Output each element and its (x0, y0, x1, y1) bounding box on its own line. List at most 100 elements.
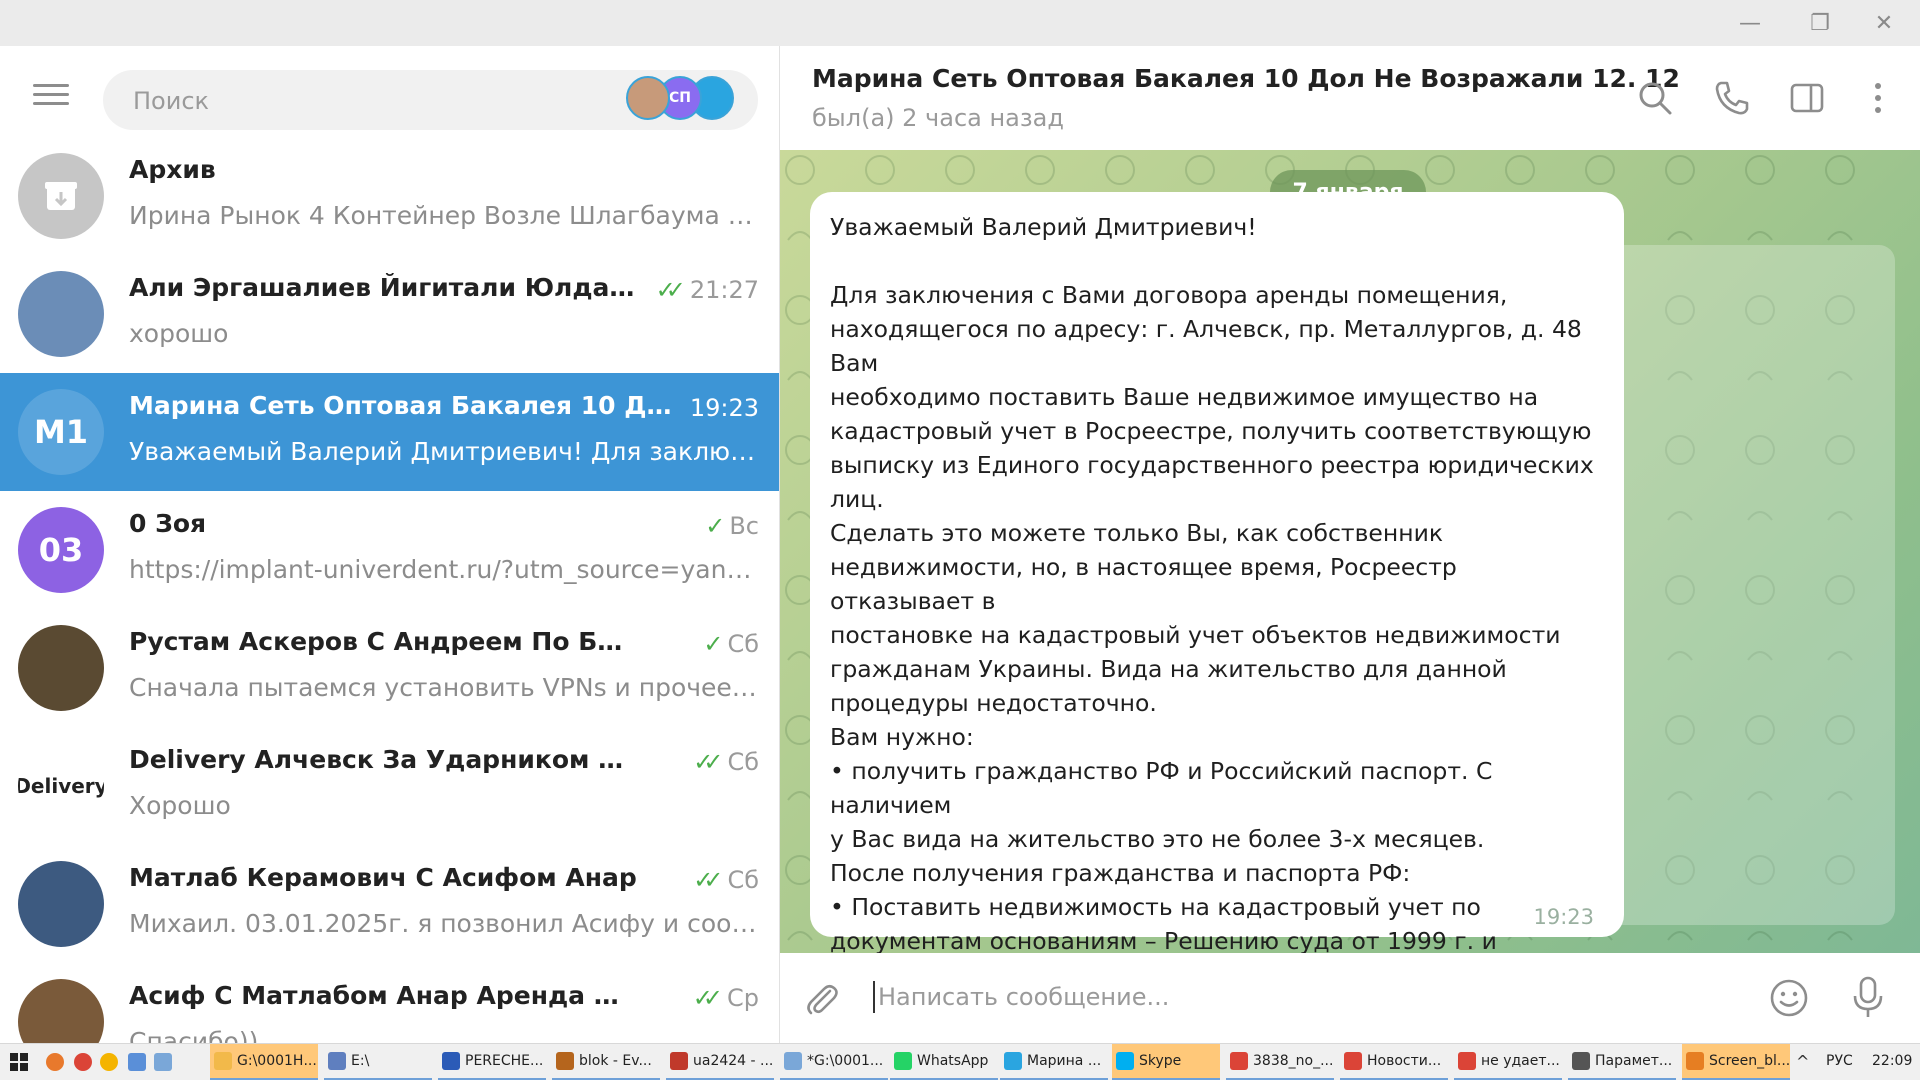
app-icon (1116, 1052, 1134, 1070)
taskbar-app-button[interactable]: blok - Ev... (552, 1044, 660, 1080)
chat-header: Марина Сеть Оптовая Бакалея 10 Дол Не Во… (780, 46, 1920, 150)
chat-list-item[interactable]: М1 Марина Сеть Оптовая Бакалея 10 Дол Не … (0, 373, 779, 491)
taskbar-app-label: WhatsApp (917, 1053, 989, 1069)
message-bubble[interactable]: Уважаемый Валерий Дмитриевич! Для заключ… (810, 192, 1624, 1023)
taskbar-app-label: G:\0001Н... (237, 1053, 317, 1069)
attach-icon[interactable] (802, 979, 842, 1019)
chat-last-message: Спасибо)) (129, 1027, 259, 1043)
minimize-button[interactable]: — (1720, 0, 1780, 46)
tray-chevron-icon[interactable]: ^ (1796, 1052, 1809, 1071)
taskbar-app-button[interactable]: Парамет... (1568, 1044, 1676, 1080)
app-icon (442, 1052, 460, 1070)
chat-time-group: ✓ Сб (703, 630, 759, 658)
chat-list-item[interactable]: Delivery Delivery Алчевск За Ударником Ле… (0, 727, 779, 845)
taskbar-app-button[interactable]: E:\ (324, 1044, 432, 1080)
archive-icon (45, 182, 77, 210)
taskbar-app-button[interactable]: WhatsApp (890, 1044, 998, 1080)
taskbar-app-label: ua2424 - ... (693, 1053, 774, 1069)
chat-list-item[interactable]: 03 0 Зоя https://implant-univerdent.ru/?ut… (0, 491, 779, 609)
emoji-icon[interactable] (1768, 977, 1810, 1019)
keyboard-language[interactable]: РУС (1826, 1053, 1853, 1069)
chat-time: Сб (727, 866, 759, 894)
chrome-alt-icon[interactable] (100, 1053, 118, 1071)
app-icon (784, 1052, 802, 1070)
message-time: 19:23 (1533, 905, 1594, 929)
chat-name: Архив (129, 155, 216, 184)
chat-time: 19:23 (689, 394, 759, 422)
taskbar-app-label: Марина ... (1027, 1053, 1102, 1069)
chat-time-group: 19:23 (690, 394, 759, 422)
chat-avatar (18, 625, 104, 711)
chat-time: Вс (729, 512, 759, 540)
chat-time: Сб (727, 748, 759, 776)
text-caret (873, 981, 875, 1013)
taskbar-app-label: *G:\0001... (807, 1053, 884, 1069)
search-placeholder: Поиск (133, 87, 210, 115)
app-icon (1004, 1052, 1022, 1070)
taskbar-app-button[interactable]: Новости... (1340, 1044, 1448, 1080)
chat-avatar: М1 (18, 389, 104, 475)
restore-button[interactable]: ❐ (1790, 0, 1850, 46)
chat-name: Али Эргашалиев Йигитали Юлдашали Аренда (129, 273, 639, 302)
taskbar-app-button[interactable]: *G:\0001... (780, 1044, 888, 1080)
chat-last-message: хорошо (129, 319, 229, 348)
app-icon (328, 1052, 346, 1070)
app-icon (556, 1052, 574, 1070)
account-switcher[interactable]: СП (626, 76, 746, 124)
taskbar-app-button[interactable]: G:\0001Н... (210, 1044, 318, 1080)
chat-last-message: Михаил. 03.01.2025г. я позвонил Асифу и … (129, 909, 759, 938)
chat-name: Матлаб Керамович С Асифом Анар (129, 863, 637, 892)
taskbar-app-button[interactable]: PERECHE... (438, 1044, 546, 1080)
more-options-icon[interactable] (1858, 78, 1898, 118)
chat-last-message: Уважаемый Валерий Дмитриевич! Для заключ… (129, 437, 759, 466)
app-icon (1572, 1052, 1590, 1070)
phone-icon[interactable] (1712, 78, 1752, 118)
message-input[interactable]: Написать сообщение... (878, 983, 1169, 1011)
app-icon (1686, 1052, 1704, 1070)
close-button[interactable]: ✕ (1854, 0, 1914, 46)
chat-list-item[interactable]: Али Эргашалиев Йигитали Юлдашали Аренда х… (0, 255, 779, 373)
app-icon (670, 1052, 688, 1070)
read-receipt-icon: ✓✓ (693, 866, 723, 894)
chat-name: Delivery Алчевск За Ударником Ленина 25 (129, 745, 639, 774)
menu-icon[interactable] (33, 84, 69, 106)
chat-list-item[interactable]: Рустам Аскеров С Андреем По Боксу Автоку… (0, 609, 779, 727)
pinned-app-icon[interactable] (46, 1053, 64, 1071)
taskbar-app-button[interactable]: Skype (1112, 1044, 1220, 1080)
chrome-icon[interactable] (74, 1053, 92, 1071)
taskbar-app-label: blok - Ev... (579, 1053, 652, 1069)
taskbar-app-label: Skype (1139, 1053, 1182, 1069)
app-icon (1458, 1052, 1476, 1070)
chat-list-item[interactable]: Матлаб Керамович С Асифом Анар Михаил. 03… (0, 845, 779, 963)
read-receipt-icon: ✓ (703, 630, 723, 658)
sidebar-toggle-icon[interactable] (1787, 78, 1827, 118)
chat-time: Сб (727, 630, 759, 658)
taskbar-app-button[interactable]: ua2424 - ... (666, 1044, 774, 1080)
chat-avatar (18, 861, 104, 947)
start-icon[interactable] (10, 1053, 28, 1071)
search-input[interactable]: Поиск СП (103, 70, 758, 130)
chat-list-item[interactable]: Архив Ирина Рынок 4 Контейнер Возле Шлагб… (0, 137, 779, 255)
chat-last-message: https://implant-univerdent.ru/?utm_sourc… (129, 555, 759, 584)
chat-time-group: ✓✓ Ср (693, 984, 759, 1012)
account-avatar[interactable] (626, 76, 670, 120)
taskbar-app-button[interactable]: не удает... (1454, 1044, 1562, 1080)
search-icon[interactable] (1635, 78, 1675, 118)
read-receipt-icon: ✓ (705, 512, 725, 540)
taskbar-app-button[interactable]: Марина ... (1000, 1044, 1108, 1080)
chat-list-item[interactable]: Асиф С Матлабом Анар Аренда Для Юга Спаси… (0, 963, 779, 1043)
monitor-icon[interactable] (154, 1053, 172, 1071)
app-icon (1230, 1052, 1248, 1070)
app-icon (214, 1052, 232, 1070)
taskbar-app-label: Screen_bl... (1709, 1053, 1790, 1069)
chat-status: был(а) 2 часа назад (812, 104, 1064, 132)
chat-last-message: Сначала пытаемся установить VPNs и проче… (129, 673, 759, 702)
chat-time-group: ✓✓ 21:27 (656, 276, 759, 304)
taskbar-app-button[interactable]: 3838_no_... (1226, 1044, 1334, 1080)
chat-name: Асиф С Матлабом Анар Аренда Для Юга (129, 981, 639, 1010)
explorer-icon[interactable] (128, 1053, 146, 1071)
taskbar-app-button[interactable]: Screen_bl... (1682, 1044, 1790, 1080)
clock[interactable]: 22:09 (1872, 1053, 1912, 1069)
chat-title[interactable]: Марина Сеть Оптовая Бакалея 10 Дол Не Во… (812, 64, 1680, 93)
microphone-icon[interactable] (1848, 975, 1888, 1021)
